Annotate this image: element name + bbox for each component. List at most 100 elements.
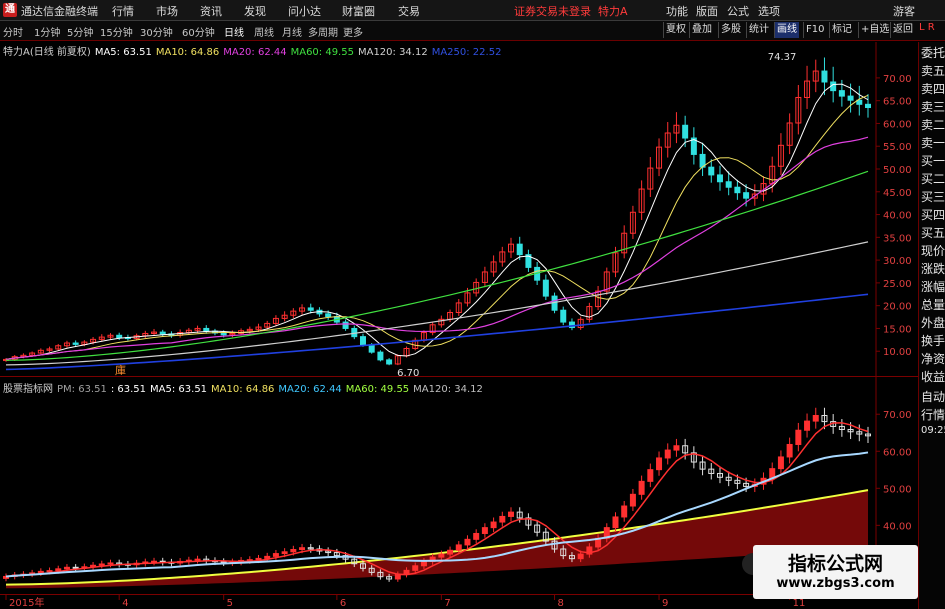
main-candle-body-96 xyxy=(838,90,845,97)
sub-candle-body-71 xyxy=(621,505,628,518)
main-axis-label-11: 15.00 xyxy=(883,324,912,335)
sub-candle-body-8 xyxy=(72,566,79,569)
main-candle-body-37 xyxy=(325,313,332,318)
sidebar-item-14[interactable]: 总量 xyxy=(921,296,945,314)
sidebar-item-12[interactable]: 涨跌 xyxy=(921,260,945,278)
sidebar-item-13[interactable]: 涨幅 xyxy=(921,278,945,296)
sub-candle-body-50 xyxy=(438,553,445,558)
sidebar-item-15[interactable]: 外盘 xyxy=(921,314,945,332)
sub-axis-label-2: 50.00 xyxy=(883,484,912,495)
sub-candle-body-76 xyxy=(664,449,671,459)
main-candle-body-99 xyxy=(865,103,871,109)
sub-candle-body-70 xyxy=(612,516,619,529)
sidebar-item-6[interactable]: 买一 xyxy=(921,152,945,170)
sidebar-time: 09:25 xyxy=(921,425,945,436)
sub-candle-body-90 xyxy=(786,443,793,458)
sub-candle-body-52 xyxy=(455,544,462,551)
x-axis-label-0: 2015年 xyxy=(9,596,44,609)
main-axis-label-4: 50.00 xyxy=(883,165,912,176)
main-candle-body-94 xyxy=(821,70,828,83)
sub-candle-body-7 xyxy=(63,566,70,570)
main-candle-body-42 xyxy=(368,344,375,353)
main-axis-label-5: 45.00 xyxy=(883,188,912,199)
main-candle-body-35 xyxy=(307,307,314,311)
main-candle-body-39 xyxy=(342,321,349,329)
main-axis-label-9: 25.00 xyxy=(883,279,912,290)
main-candle-body-43 xyxy=(377,351,384,361)
main-axis-label-0: 70.00 xyxy=(883,74,912,85)
sub-candle-body-47 xyxy=(412,565,419,571)
sub-candle-body-73 xyxy=(638,480,645,495)
sub-candle-body-29 xyxy=(255,557,262,561)
sub-candle-body-51 xyxy=(447,549,454,555)
x-axis-label-6: 9 xyxy=(662,598,668,609)
main-candle-body-82 xyxy=(716,174,723,183)
main-candle-body-84 xyxy=(734,186,741,194)
stock-chart[interactable]: 70.00 65.00 60.00 55.00 50.00 45.00 40.00 35.00… xyxy=(0,0,918,609)
sub-fill-band xyxy=(6,490,868,589)
main-candle-body-62 xyxy=(542,279,549,297)
event-marker-icon: 庫 xyxy=(115,363,126,377)
sub-candle-body-33 xyxy=(290,549,297,553)
main-axis-label-3: 55.00 xyxy=(883,142,912,153)
main-candle-body-78 xyxy=(682,124,689,139)
sub-candle-body-34 xyxy=(299,547,306,551)
sub-candle-body-11 xyxy=(98,563,105,566)
sidebar-item-5[interactable]: 卖一 xyxy=(921,134,945,152)
x-axis-label-5: 8 xyxy=(558,598,564,609)
sidebar-item-10[interactable]: 买五 xyxy=(921,224,945,242)
sub-candle-body-56 xyxy=(490,521,497,529)
sub-candle-body-92 xyxy=(804,420,811,431)
sidebar-item-16[interactable]: 换手 xyxy=(921,332,945,350)
low-price-label: 6.70 xyxy=(397,368,419,379)
x-axis-label-2: 5 xyxy=(227,598,233,609)
sub-candle-body-5 xyxy=(46,570,53,573)
sidebar-item-2[interactable]: 卖四 xyxy=(921,80,945,98)
main-axis-label-6: 40.00 xyxy=(883,211,912,222)
sub-candle-body-66 xyxy=(577,553,584,560)
sidebar-item-4[interactable]: 卖二 xyxy=(921,116,945,134)
sidebar-item-1[interactable]: 卖五 xyxy=(921,62,945,80)
sub-candle-body-48 xyxy=(420,560,427,567)
sub-candle-body-72 xyxy=(629,493,636,507)
sidebar-item-11[interactable]: 现价 xyxy=(921,242,945,260)
sub-candle-body-53 xyxy=(464,538,471,546)
sub-candle-body-54 xyxy=(473,532,480,540)
sidebar-item-0[interactable]: 委托 xyxy=(921,44,945,62)
main-axis-label-1: 65.00 xyxy=(883,97,912,108)
main-axis-label-7: 35.00 xyxy=(883,233,912,244)
sub-candle-body-22 xyxy=(194,558,201,561)
sub-axis-label-1: 60.00 xyxy=(883,447,912,458)
sub-candle-body-55 xyxy=(481,527,488,534)
sub-candle-body-4 xyxy=(37,570,44,574)
main-candle-body-8 xyxy=(72,342,79,345)
main-candle-body-83 xyxy=(725,181,732,188)
sub-candle-body-93 xyxy=(812,414,819,422)
sidebar-item-18[interactable]: 收益 xyxy=(921,368,945,386)
x-axis-label-4: 7 xyxy=(444,598,450,609)
sidebar-item-7[interactable]: 买二 xyxy=(921,170,945,188)
sidebar-item-9[interactable]: 买四 xyxy=(921,206,945,224)
main-axis-label-12: 10.00 xyxy=(883,347,912,358)
main-candle-body-25 xyxy=(220,332,227,336)
watermark-title: 指标公式网 xyxy=(787,553,883,575)
main-candle-body-59 xyxy=(516,243,523,256)
x-axis-label-3: 6 xyxy=(340,598,346,609)
main-ma5-line xyxy=(5,83,869,360)
main-candle-body-64 xyxy=(560,309,567,323)
sidebar-item-8[interactable]: 买三 xyxy=(921,188,945,206)
main-candle-body-23 xyxy=(203,327,210,332)
sidebar-item-3[interactable]: 卖三 xyxy=(921,98,945,116)
main-axis-label-2: 60.00 xyxy=(883,119,912,130)
main-candle-body-18 xyxy=(159,331,166,335)
sub-candle-body-30 xyxy=(264,555,271,559)
sub-axis-label-0: 70.00 xyxy=(883,410,912,421)
sub-candle-body-89 xyxy=(777,456,784,470)
sub-candle-body-74 xyxy=(647,469,654,482)
watermark: 指标公式网 www.zbgs3.com xyxy=(753,545,918,599)
sidebar-toggle[interactable]: L R xyxy=(919,22,935,33)
sub-axis-label-3: 40.00 xyxy=(883,521,912,532)
sidebar-item-17[interactable]: 净资 xyxy=(921,350,945,368)
sidebar-item-19[interactable]: 自动 xyxy=(921,388,945,406)
sub-candle-body-57 xyxy=(499,515,506,523)
